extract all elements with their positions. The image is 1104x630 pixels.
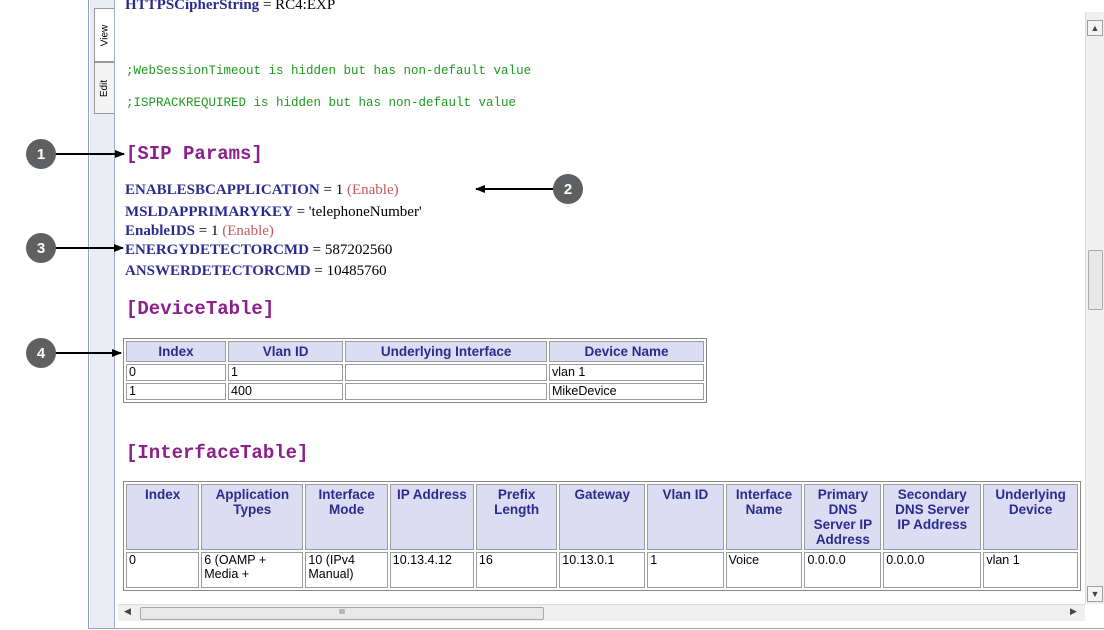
callout-badge-2: 2 xyxy=(553,174,583,204)
callout-badge-4: 4 xyxy=(26,338,56,368)
callout-badge-1: 1 xyxy=(26,139,56,169)
callout-badge-3: 3 xyxy=(26,233,56,263)
callout-arrows xyxy=(54,150,553,357)
